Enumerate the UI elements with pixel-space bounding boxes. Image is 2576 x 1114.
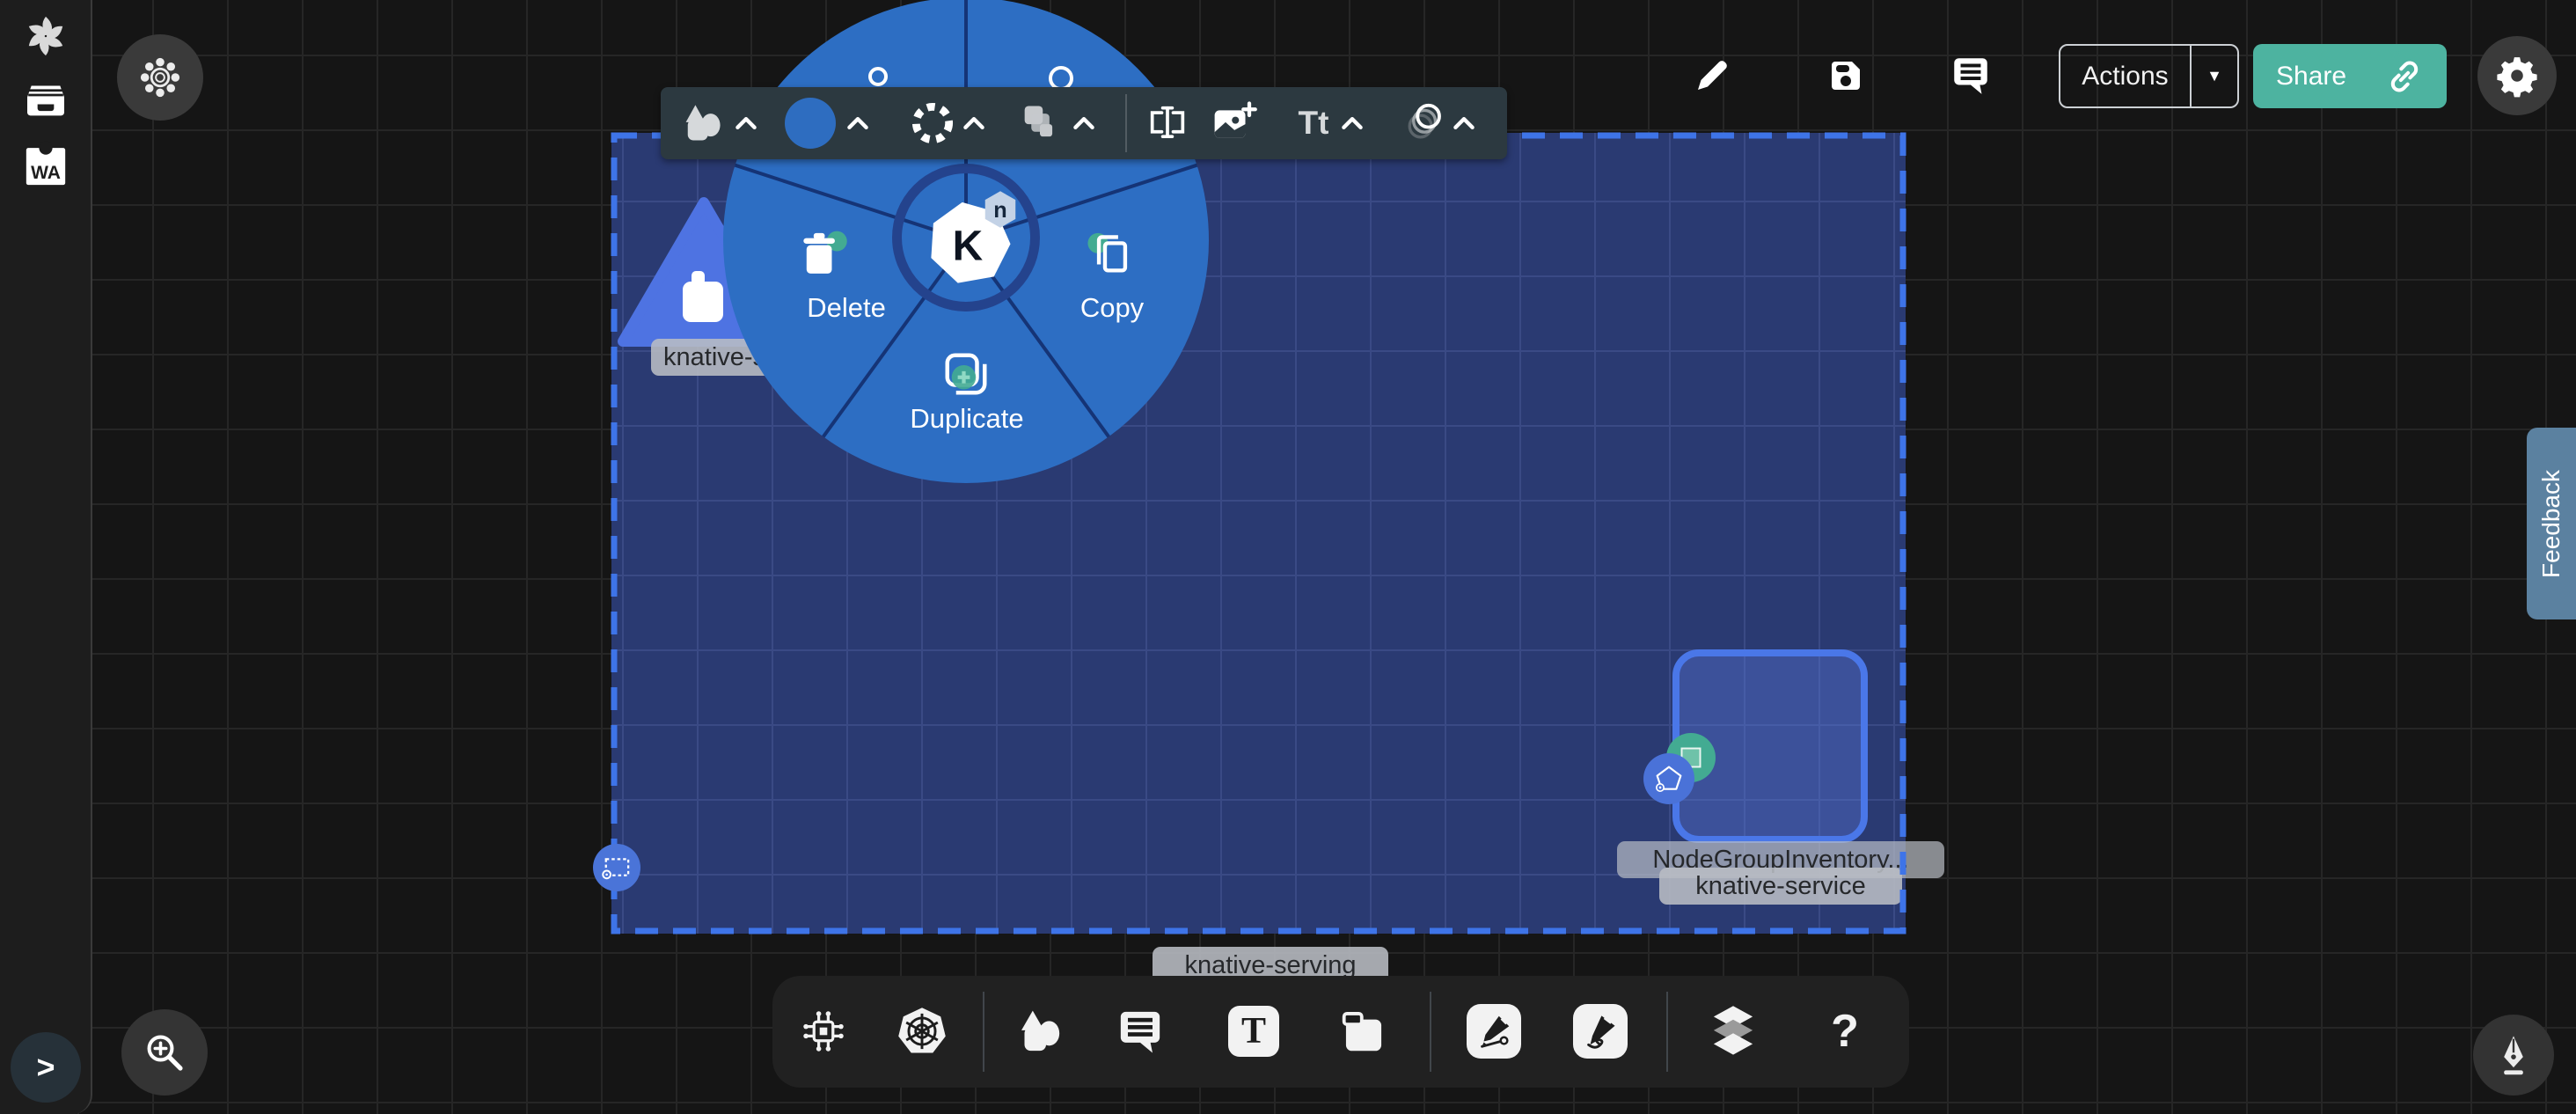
frame-note-tool[interactable] bbox=[1338, 1006, 1389, 1057]
share-label: Share bbox=[2276, 62, 2346, 92]
pen-tool-button[interactable] bbox=[2473, 1015, 2554, 1096]
left-sidebar: WA > bbox=[0, 0, 92, 1114]
dock-divider bbox=[1430, 992, 1431, 1072]
copy-menu-label[interactable]: Copy bbox=[1080, 292, 1144, 324]
expand-sidebar-button[interactable]: > bbox=[11, 1032, 81, 1103]
share-button[interactable]: Share bbox=[2253, 44, 2447, 108]
chevron-up-icon[interactable] bbox=[1071, 113, 1097, 134]
fill-color-swatch[interactable] bbox=[785, 98, 836, 149]
freehand-draw-tool[interactable] bbox=[1573, 1004, 1628, 1059]
arrange-order-icon[interactable] bbox=[1017, 100, 1063, 146]
chevron-right-icon: > bbox=[36, 1049, 55, 1086]
text-tool[interactable]: T bbox=[1228, 1006, 1279, 1057]
kubernetes-tool[interactable] bbox=[896, 1006, 948, 1057]
shapes-tool[interactable] bbox=[1015, 1007, 1065, 1056]
text-tool-glyph: T bbox=[1241, 1010, 1266, 1052]
app-logo-pinwheel-icon[interactable] bbox=[21, 11, 70, 61]
help-tool[interactable]: ? bbox=[1831, 1005, 1859, 1058]
delete-menu-icon[interactable] bbox=[794, 229, 849, 280]
dock-divider bbox=[983, 992, 984, 1072]
toolbar-divider bbox=[1125, 94, 1127, 152]
chevron-up-icon[interactable] bbox=[845, 113, 871, 134]
chevron-up-icon[interactable] bbox=[1339, 113, 1365, 134]
save-icon[interactable] bbox=[1825, 55, 1867, 97]
radial-context-menu: K n Delete Copy Duplicate bbox=[723, 0, 1209, 483]
feedback-tab[interactable]: Feedback bbox=[2527, 428, 2576, 619]
font-size-icon[interactable]: Tt bbox=[1299, 105, 1329, 142]
hidden-segment-icon bbox=[867, 66, 889, 87]
dock-divider bbox=[1666, 992, 1668, 1072]
canvas-app: { "colors": { "canvas_bg": "#151515", "r… bbox=[0, 0, 2576, 1114]
pen-line-icon bbox=[1474, 1011, 1514, 1052]
chevron-up-icon[interactable] bbox=[961, 113, 987, 134]
pentagon-badge[interactable] bbox=[1643, 753, 1694, 804]
gear-icon bbox=[2495, 54, 2539, 98]
delete-menu-label[interactable]: Delete bbox=[807, 292, 886, 324]
knative-badge-icon: n bbox=[980, 189, 1021, 230]
service-node-label: knative-service bbox=[1659, 868, 1902, 905]
cluster-flower-button[interactable] bbox=[117, 34, 203, 121]
duplicate-menu-label[interactable]: Duplicate bbox=[910, 403, 1023, 435]
magnifier-plus-icon bbox=[141, 1029, 188, 1076]
comments-icon[interactable] bbox=[1949, 53, 1993, 97]
pen-nib-icon bbox=[2491, 1032, 2536, 1078]
lasso-rect-icon bbox=[598, 849, 635, 886]
comment-tool[interactable] bbox=[1116, 1007, 1165, 1056]
pencil-squiggle-icon bbox=[1580, 1011, 1621, 1052]
actions-caret-icon[interactable]: ▼ bbox=[2192, 67, 2237, 85]
settings-gear-button[interactable] bbox=[2477, 36, 2557, 115]
selection-lasso-handle[interactable] bbox=[593, 844, 640, 891]
pentagon-icon bbox=[1651, 761, 1687, 796]
flower-icon bbox=[137, 55, 183, 100]
main-tool-dock: T ? bbox=[772, 976, 1909, 1088]
diagram-circuit-tool[interactable] bbox=[799, 1007, 848, 1056]
rename-icon[interactable] bbox=[1145, 100, 1190, 146]
duplicate-menu-icon[interactable] bbox=[940, 348, 992, 400]
actions-button[interactable]: Actions ▼ bbox=[2059, 44, 2239, 108]
wa-letters: WA bbox=[31, 163, 61, 183]
node-format-toolbar: Tt bbox=[661, 87, 1507, 159]
zoom-in-button[interactable] bbox=[121, 1009, 208, 1096]
link-icon bbox=[2385, 57, 2424, 96]
badge-letter: n bbox=[993, 198, 1006, 223]
opacity-icon[interactable] bbox=[1400, 99, 1447, 147]
feedback-label: Feedback bbox=[2537, 470, 2565, 578]
actions-label: Actions bbox=[2060, 62, 2190, 92]
edit-pencil-icon[interactable] bbox=[1691, 55, 1733, 97]
chevron-up-icon[interactable] bbox=[733, 113, 759, 134]
add-image-icon[interactable] bbox=[1210, 99, 1257, 147]
webassembly-icon[interactable]: WA bbox=[21, 141, 70, 190]
stroke-style-icon[interactable] bbox=[908, 99, 957, 148]
copy-menu-icon[interactable] bbox=[1085, 229, 1139, 280]
chevron-up-icon[interactable] bbox=[1451, 113, 1477, 134]
kubernetes-letter: K bbox=[953, 224, 984, 270]
connector-pen-tool[interactable] bbox=[1467, 1004, 1521, 1059]
shapes-style-icon[interactable] bbox=[679, 100, 725, 146]
archive-icon[interactable] bbox=[21, 77, 70, 126]
layers-tool[interactable] bbox=[1708, 1004, 1759, 1059]
